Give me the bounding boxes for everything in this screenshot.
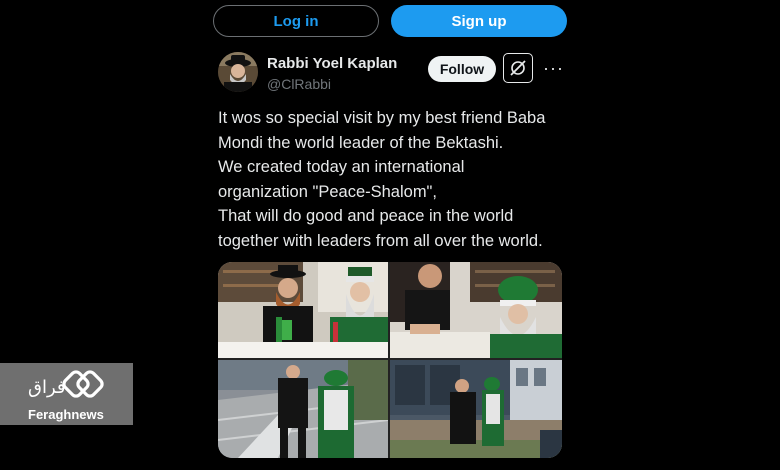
photo-3[interactable] [218, 360, 388, 458]
follow-button[interactable]: Follow [428, 56, 496, 82]
brand-watermark: فراق Feraghnews [0, 363, 133, 425]
grok-icon[interactable] [503, 53, 533, 83]
post-text-line: It wos so special visit by my best frien… [218, 109, 546, 127]
post-text: It wos so special visit by my best frien… [218, 106, 570, 253]
brand-logo-icon: فراق [28, 370, 104, 398]
signup-button[interactable]: Sign up [391, 5, 567, 37]
post-text-line: Mondi the world leader of the Bektashi. [218, 133, 504, 152]
photo-4[interactable] [390, 360, 562, 458]
author-handle[interactable]: @ClRabbi [267, 76, 331, 92]
author-name[interactable]: Rabbi Yoel Kaplan [267, 55, 397, 72]
brand-name: Feraghnews [28, 407, 104, 422]
post-text-line: That will do good and peace in the world [218, 207, 514, 225]
post-text-line: together with leaders from all over the … [218, 231, 543, 250]
photo-2[interactable] [390, 262, 562, 358]
login-button[interactable]: Log in [213, 5, 379, 37]
post-text-line: organization "Peace-Shalom", [218, 182, 438, 201]
more-options-icon[interactable]: ··· [543, 58, 564, 79]
photo-1[interactable] [218, 262, 388, 358]
post-text-line: We created today an international [218, 158, 465, 176]
brand-logo-script: فراق [28, 377, 66, 398]
media-grid [218, 262, 562, 458]
avatar[interactable] [218, 52, 258, 92]
